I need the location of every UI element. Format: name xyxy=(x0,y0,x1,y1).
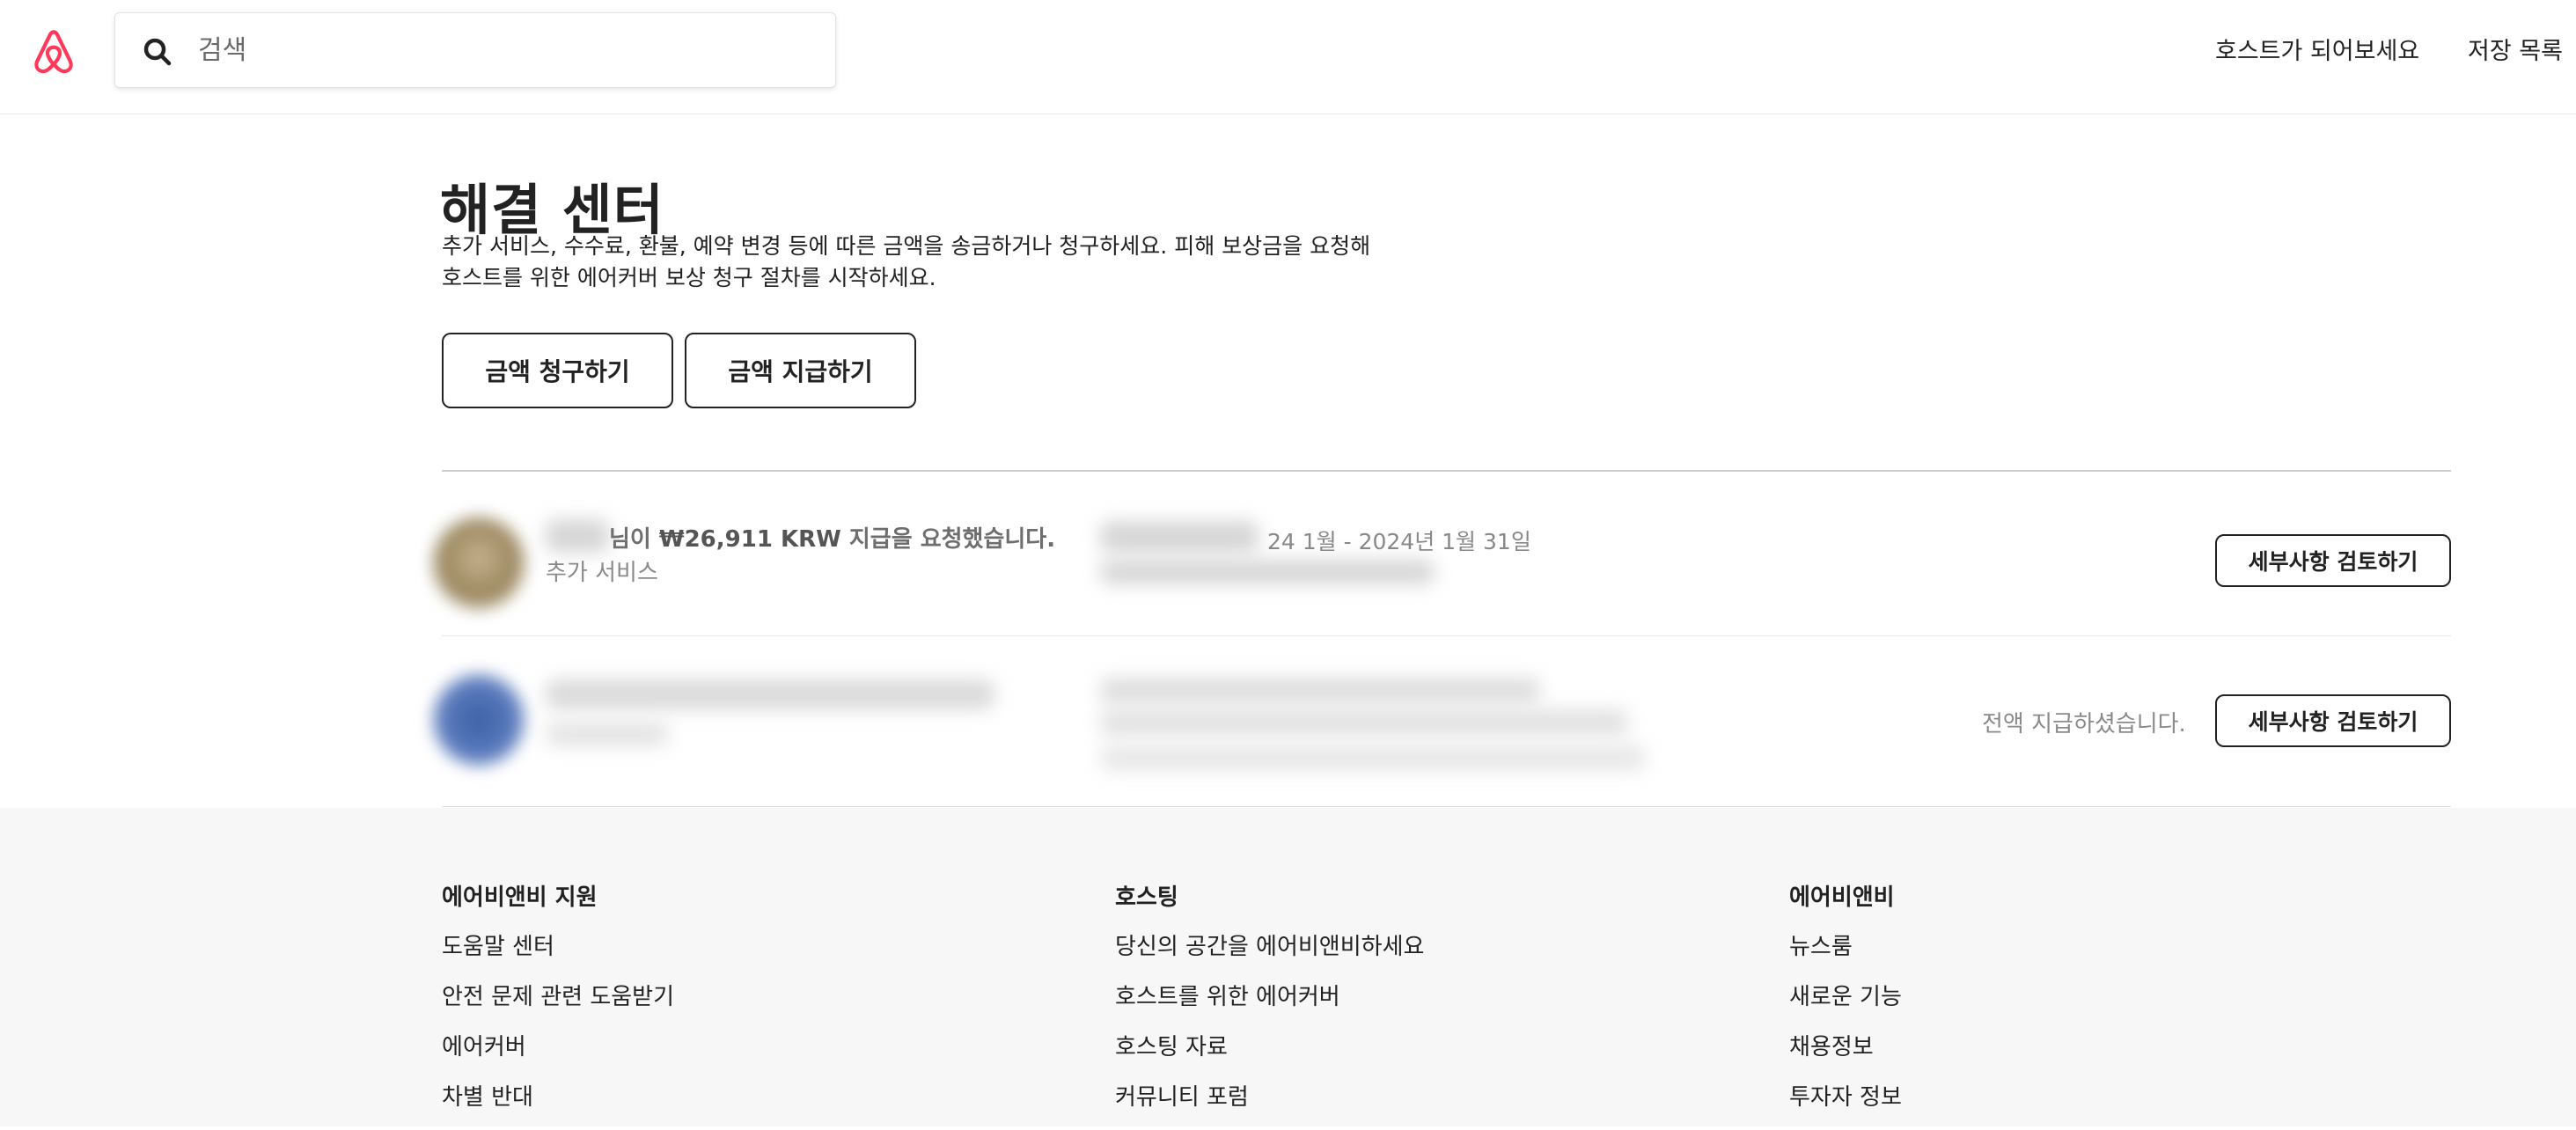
request-money-button[interactable]: 금액 청구하기 xyxy=(442,333,673,408)
description-line: 호스트를 위한 에어커버 보상 청구 절차를 시작하세요. xyxy=(442,265,936,290)
divider xyxy=(442,806,2451,807)
search-icon xyxy=(140,34,175,70)
request-title-end: 지급을 요청했습니다. xyxy=(840,526,1056,553)
airbnb-logo-icon[interactable] xyxy=(26,25,81,79)
page-description: 추가 서비스, 수수료, 환불, 예약 변경 등에 따른 금액을 송금하거나 청… xyxy=(442,231,1454,294)
redacted-category xyxy=(546,722,669,746)
footer-link-aircover[interactable]: 에어커버 xyxy=(442,1030,674,1080)
user-avatar xyxy=(433,517,525,609)
footer: 에어비앤비 지원 도움말 센터 안전 문제 관련 도움받기 에어커버 차별 반대… xyxy=(0,808,2576,1126)
request-amount: ₩26,911 KRW xyxy=(658,526,841,553)
become-host-link[interactable]: 호스트가 되어보세요 xyxy=(2215,32,2419,66)
divider xyxy=(442,635,2451,636)
redacted-listing xyxy=(1100,709,1628,736)
request-category: 추가 서비스 xyxy=(546,560,658,586)
top-header: 호스트가 되어보세요 저장 목록 xyxy=(0,0,2576,114)
request-title-suffix: 님이 xyxy=(609,526,659,553)
request-title[interactable]: 님이 ₩26,911 KRW 지급을 요청했습니다. xyxy=(546,521,1055,554)
footer-link-hosting-resources[interactable]: 호스팅 자료 xyxy=(1115,1030,1424,1080)
footer-heading: 호스팅 xyxy=(1115,884,1178,911)
redacted-title xyxy=(546,679,994,709)
footer-heading: 에어비앤비 xyxy=(1789,884,1895,911)
footer-column-airbnb: 에어비앤비 뉴스룸 새로운 기능 채용정보 투자자 정보 xyxy=(1789,880,1902,1130)
footer-link-community-forum[interactable]: 커뮤니티 포럼 xyxy=(1115,1080,1424,1130)
footer-link-help-center[interactable]: 도움말 센터 xyxy=(442,929,674,980)
divider xyxy=(442,470,2451,472)
footer-heading: 에어비앤비 지원 xyxy=(442,884,598,911)
footer-link-investors[interactable]: 투자자 정보 xyxy=(1789,1080,1902,1130)
footer-link-new-features[interactable]: 새로운 기능 xyxy=(1789,980,1902,1030)
redacted-listing xyxy=(1100,678,1540,704)
description-line: 추가 서비스, 수수료, 환불, 예약 변경 등에 따른 금액을 송금하거나 청… xyxy=(442,233,1371,259)
review-details-button[interactable]: 세부사항 검토하기 xyxy=(2215,694,2451,747)
saved-list-link[interactable]: 저장 목록 xyxy=(2468,32,2563,66)
search-input[interactable] xyxy=(196,24,812,77)
redacted-listing xyxy=(1100,521,1259,553)
request-dates: 24 1월 - 2024년 1월 31일 xyxy=(1267,529,1531,554)
send-money-button[interactable]: 금액 지급하기 xyxy=(685,333,916,408)
redacted-listing xyxy=(1100,560,1435,584)
footer-link-aircover-hosts[interactable]: 호스트를 위한 에어커버 xyxy=(1115,980,1424,1030)
payment-status: 전액 지급하셨습니다. xyxy=(1982,711,2186,737)
footer-link-airbnb-your-home[interactable]: 당신의 공간을 에어비앤비하세요 xyxy=(1115,929,1424,980)
footer-link-newsroom[interactable]: 뉴스룸 xyxy=(1789,929,1902,980)
search-bar[interactable] xyxy=(114,12,836,88)
review-details-button[interactable]: 세부사항 검토하기 xyxy=(2215,534,2451,587)
footer-link-careers[interactable]: 채용정보 xyxy=(1789,1030,1902,1080)
footer-link-anti-discrimination[interactable]: 차별 반대 xyxy=(442,1080,674,1130)
footer-link-safety[interactable]: 안전 문제 관련 도움받기 xyxy=(442,980,674,1030)
footer-column-hosting: 호스팅 당신의 공간을 에어비앤비하세요 호스트를 위한 에어커버 호스팅 자료… xyxy=(1115,880,1424,1130)
redacted-dates xyxy=(1100,745,1646,771)
footer-column-support: 에어비앤비 지원 도움말 센터 안전 문제 관련 도움받기 에어커버 차별 반대 xyxy=(442,880,674,1130)
user-avatar xyxy=(433,674,525,766)
